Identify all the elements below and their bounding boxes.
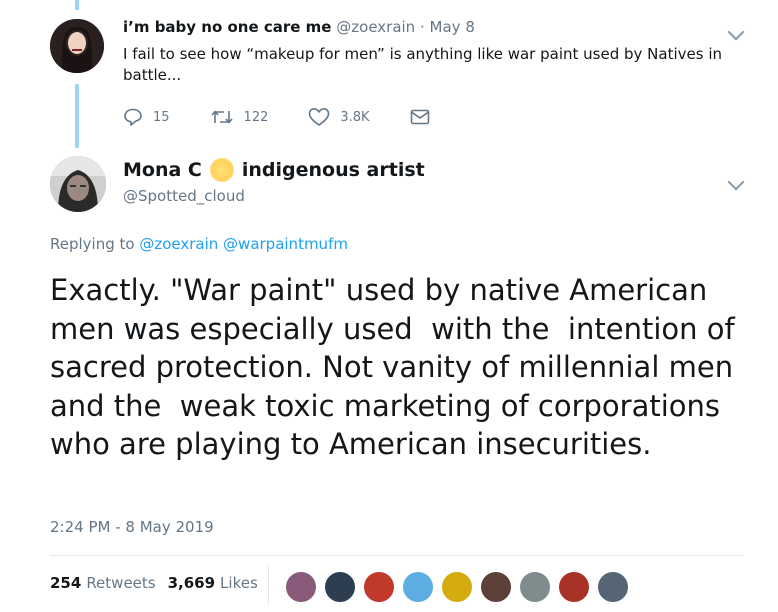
tweet1-date[interactable]: May 8 — [430, 18, 475, 36]
retweet-button[interactable]: 122 — [210, 107, 269, 127]
like-button[interactable]: 3.8K — [308, 107, 370, 127]
avatar-spotted-cloud[interactable] — [50, 156, 106, 212]
tweet1-author-handle[interactable]: @zoexrain — [336, 18, 415, 36]
liker-avatar[interactable] — [597, 571, 629, 603]
tweet2-author-handle[interactable]: @Spotted_cloud — [123, 187, 245, 205]
reply-count: 15 — [153, 109, 170, 125]
liker-avatar[interactable] — [363, 571, 395, 603]
avatar-zoexrain[interactable] — [50, 19, 104, 73]
liker-avatar[interactable] — [402, 571, 434, 603]
direct-message-button[interactable] — [410, 109, 440, 125]
replying-to-line: Replying to @zoexrain @warpaintmufm — [50, 235, 348, 253]
liker-avatar[interactable] — [324, 571, 356, 603]
retweets-count[interactable]: 254 — [50, 574, 81, 592]
liker-avatars — [285, 571, 636, 603]
stats-vertical-divider — [268, 566, 269, 604]
reply-button[interactable]: 15 — [123, 107, 170, 127]
replying-prefix: Replying to — [50, 235, 135, 253]
tweet2-author-name-suffix[interactable]: indigenous artist — [242, 159, 425, 181]
liker-avatar[interactable] — [558, 571, 590, 603]
tweet1-more-chevron-down-icon[interactable] — [727, 23, 745, 41]
heart-icon — [309, 108, 330, 126]
tweet1-actions: 15 122 3.8K — [123, 107, 480, 127]
likes-label[interactable]: Likes — [220, 574, 258, 592]
sun-icon — [209, 158, 234, 182]
tweet2-timestamp[interactable]: 2:24 PM - 8 May 2019 — [50, 518, 214, 536]
envelope-icon — [410, 109, 429, 125]
tweet2-text: Exactly. "War paint" used by native Amer… — [50, 273, 744, 461]
like-count: 3.8K — [340, 109, 370, 125]
thread-line-top — [75, 0, 79, 10]
tweet2-more-chevron-down-icon[interactable] — [727, 173, 745, 191]
liker-avatar[interactable] — [441, 571, 473, 603]
tweet1-separator: · — [419, 18, 425, 36]
stats-divider — [50, 555, 743, 556]
liker-avatar[interactable] — [285, 571, 317, 603]
retweets-label[interactable]: Retweets — [86, 574, 155, 592]
replying-to-handles[interactable]: @zoexrain @warpaintmufm — [139, 235, 348, 253]
tweet1-header: i’m baby no one care me @zoexrain · May … — [123, 18, 475, 36]
thread-connector-line — [75, 84, 79, 148]
reply-icon — [124, 108, 142, 126]
tweet1-text: I fail to see how “makeup for men” is an… — [123, 45, 722, 84]
tweet1-author-name[interactable]: i’m baby no one care me — [123, 18, 331, 36]
likes-count[interactable]: 3,669 — [168, 574, 215, 592]
liker-avatar[interactable] — [519, 571, 551, 603]
liker-avatar[interactable] — [480, 571, 512, 603]
tweet2-stats: 254 Retweets 3,669 Likes — [50, 574, 258, 592]
retweet-count: 122 — [243, 109, 269, 125]
retweet-icon — [210, 110, 233, 124]
tweet2-author-name-row[interactable]: Mona C indigenous artist — [123, 158, 425, 182]
tweet2-author-name[interactable]: Mona C — [123, 159, 202, 181]
